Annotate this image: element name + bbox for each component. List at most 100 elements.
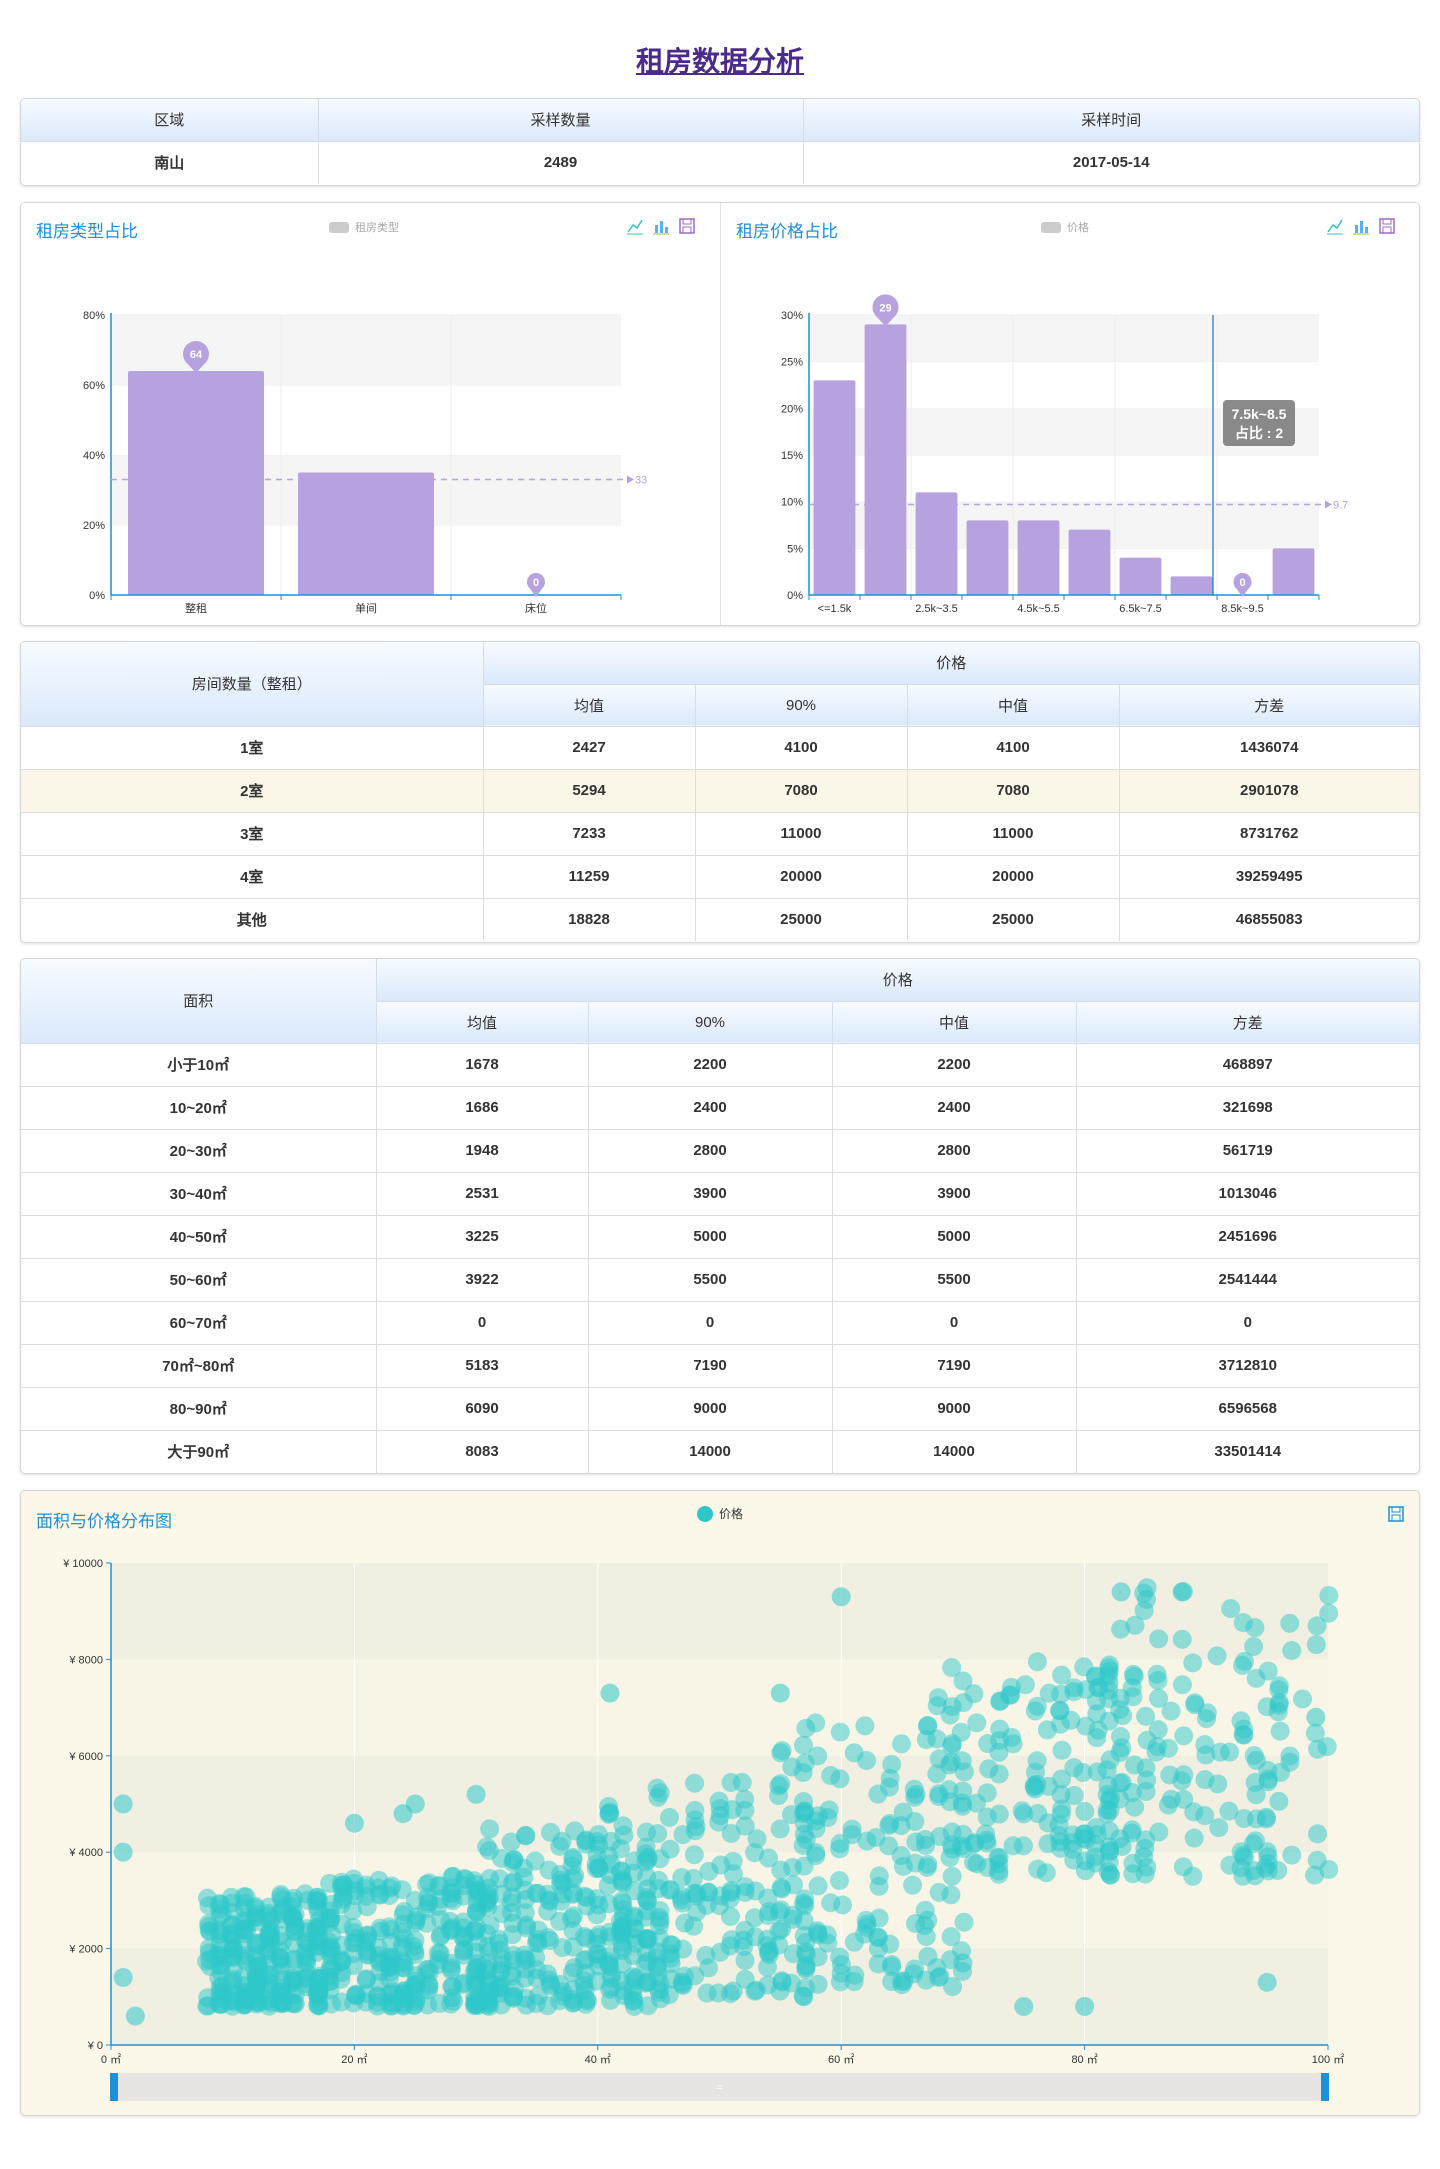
scatter-point: [344, 1813, 364, 1833]
scatter-point: [1025, 1779, 1045, 1799]
scatter-point: [953, 1693, 973, 1713]
value-cell: 9000: [831, 1386, 1077, 1431]
scatter-point: [320, 1971, 340, 1991]
scatter-point: [296, 1951, 316, 1971]
scatter-point: [732, 1772, 752, 1792]
price-chart-title: 租房价格占比: [736, 222, 838, 241]
scatter-point: [1244, 1636, 1264, 1656]
scatter-point: [857, 1751, 877, 1771]
summary-count: 2489: [317, 140, 804, 184]
scatter-point: [819, 1800, 839, 1820]
area-group-header: 价格: [375, 959, 1419, 1002]
line-chart-icon[interactable]: [626, 217, 644, 235]
table-row: 小于10㎡ 1678 2200 2200 468897: [21, 1042, 1419, 1087]
bar-chart-icon[interactable]: [652, 217, 670, 235]
rooms-group-header: 价格: [482, 642, 1419, 685]
datazoom-handle-left: [110, 2073, 118, 2101]
value-cell: 2451696: [1075, 1214, 1419, 1259]
rooms-col-header: 方差: [1118, 683, 1419, 727]
scatter-chart-panel: 面积与价格分布图 价格 ¥ 0 ¥ 2000 ¥ 4000 ¥ 6000 ¥ 8000 ¥…: [20, 1490, 1420, 2116]
scatter-point: [697, 1983, 717, 2003]
scatter-point: [1184, 1828, 1204, 1848]
legend-swatch: [329, 221, 349, 233]
scatter-point: [125, 2006, 145, 2026]
value-cell: 5000: [587, 1214, 833, 1259]
x-tick-label: 60 ㎡: [828, 2053, 854, 2066]
scatter-point: [1256, 1807, 1276, 1827]
scatter-point: [1112, 1738, 1132, 1758]
bar-charts-panel: 租房类型占比 租房类型 0% 20% 40% 60% 80% 整租 单间 床位 33 64 0 租房…: [20, 202, 1420, 626]
value-cell: 3900: [587, 1171, 833, 1216]
scatter-point: [600, 1683, 620, 1703]
x-tick-label: 整租: [185, 601, 207, 615]
scatter-point: [1258, 1661, 1278, 1681]
line-chart-icon[interactable]: [1326, 217, 1344, 235]
value-cell: 20000: [694, 854, 908, 899]
rooms-table: 房间数量（整租） 价格 均值 90% 中值 方差 1室 2427 4100 4100 1…: [21, 642, 1419, 941]
scatter-point: [1028, 1859, 1048, 1879]
scatter-point: [1076, 1680, 1096, 1700]
scatter-point: [772, 1971, 792, 1991]
x-tick-label: 4.5k~5.5: [1017, 603, 1060, 615]
scatter-point: [246, 1988, 266, 2008]
y-tick-label: 0%: [89, 590, 105, 602]
scatter-point: [942, 1734, 962, 1754]
scatter-point: [674, 1966, 694, 1986]
value-cell: 4100: [906, 725, 1120, 770]
scatter-point: [1306, 1707, 1326, 1727]
scatter-point: [1134, 1847, 1154, 1867]
scatter-point: [1134, 1583, 1154, 1603]
page-title[interactable]: 租房数据分析: [0, 40, 1440, 80]
row-label-cell: 30~40㎡: [21, 1171, 377, 1216]
scatter-point: [698, 1882, 718, 1902]
scatter-point: [466, 1784, 486, 1804]
save-image-icon[interactable]: [1378, 217, 1396, 235]
value-cell: 11000: [906, 811, 1120, 856]
scatter-point: [1258, 1772, 1278, 1792]
save-image-icon[interactable]: [678, 217, 696, 235]
scatter-point: [1208, 1774, 1228, 1794]
rooms-col-header: 90%: [694, 683, 908, 727]
scatter-point: [331, 1877, 351, 1897]
value-cell: 9000: [587, 1386, 833, 1431]
scatter-point: [491, 1848, 511, 1868]
scatter-point: [480, 1819, 500, 1839]
scatter-point: [796, 1718, 816, 1738]
x-tick-label: 单间: [355, 602, 377, 615]
value-cell: 5294: [482, 768, 696, 813]
bar-4.5k~5.5: [1017, 520, 1060, 595]
scatter-point: [1149, 1822, 1169, 1842]
scatter-point: [954, 1912, 974, 1932]
value-cell: 7233: [482, 811, 696, 856]
scatter-point: [321, 1908, 341, 1928]
bar-chart-icon[interactable]: [1352, 217, 1370, 235]
value-cell: 2200: [587, 1042, 833, 1087]
row-label-cell: 4室: [21, 854, 484, 899]
value-cell: 20000: [906, 854, 1120, 899]
price-chart-legend-label: 价格: [1067, 222, 1089, 234]
scatter-point: [1075, 1801, 1095, 1821]
scatter-point: [1308, 1824, 1328, 1844]
scatter-point: [516, 1890, 536, 1910]
price-chart-legend[interactable]: 价格: [1041, 219, 1089, 235]
summary-region: 南山: [21, 140, 319, 184]
scatter-point: [905, 1787, 925, 1807]
scatter-point: [830, 1834, 850, 1854]
scatter-point: [380, 1950, 400, 1970]
summary-table: 区域 采样数量 采样时间 南山 2489 2017-05-14: [21, 99, 1419, 184]
scatter-point: [808, 1974, 828, 1994]
scatter-point: [613, 1816, 633, 1836]
scatter-point: [879, 1836, 899, 1856]
scatter-point: [1027, 1696, 1047, 1716]
type-chart-legend[interactable]: 租房类型: [329, 219, 399, 235]
scatter-point: [611, 1861, 631, 1881]
scatter-point: [905, 1811, 925, 1831]
scatter-point: [540, 1976, 560, 1996]
tooltip-line-1: 7.5k~8.5: [1232, 406, 1287, 422]
scatter-point: [247, 1904, 267, 1924]
scatter-point: [430, 1927, 450, 1947]
value-cell: 3922: [375, 1257, 589, 1302]
summary-header-region: 区域: [21, 99, 319, 142]
scatter-chart-plot: ¥ 0 ¥ 2000 ¥ 4000 ¥ 6000 ¥ 8000 ¥ 10000 0 ㎡ 20 …: [62, 1558, 1344, 2101]
area-table: 面积 价格 均值 90% 中值 方差 小于10㎡ 1678 2200 2200 4688…: [21, 959, 1419, 1473]
